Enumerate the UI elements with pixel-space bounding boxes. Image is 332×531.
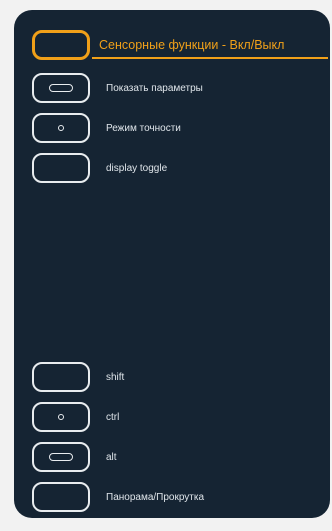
shift-row[interactable]: shift <box>32 362 124 392</box>
ctrl-label: ctrl <box>106 411 120 423</box>
show-parameters-label: Показать параметры <box>106 82 203 94</box>
pan-scroll-label: Панорама/Прокрутка <box>106 491 205 503</box>
ctrl-row[interactable]: ctrl <box>32 402 119 432</box>
shift-button[interactable] <box>32 362 90 392</box>
dot-icon <box>58 414 64 420</box>
alt-button[interactable] <box>32 442 90 472</box>
alt-row[interactable]: alt <box>32 442 117 472</box>
touch-functions-toggle-button[interactable] <box>32 30 90 60</box>
precision-mode-row[interactable]: Режим точности <box>32 113 181 143</box>
pan-scroll-button[interactable] <box>32 482 90 512</box>
touch-controls-panel: Сенсорные функции - Вкл/Выкл Показать па… <box>14 10 330 518</box>
shift-label: shift <box>106 371 125 383</box>
precision-mode-button[interactable] <box>32 113 90 143</box>
dot-icon <box>58 125 64 131</box>
pill-icon <box>49 453 73 461</box>
show-parameters-row[interactable]: Показать параметры <box>32 73 203 103</box>
display-toggle-button[interactable] <box>32 153 90 183</box>
pill-icon <box>49 84 73 92</box>
display-toggle-label: display toggle <box>106 162 168 174</box>
ctrl-button[interactable] <box>32 402 90 432</box>
alt-label: alt <box>106 451 117 463</box>
precision-mode-label: Режим точности <box>106 122 181 134</box>
active-underline <box>92 57 328 59</box>
touch-functions-label: Сенсорные функции - Вкл/Выкл <box>99 38 285 52</box>
show-parameters-button[interactable] <box>32 73 90 103</box>
touch-functions-row[interactable]: Сенсорные функции - Вкл/Выкл <box>32 30 284 60</box>
display-toggle-row[interactable]: display toggle <box>32 153 167 183</box>
pan-scroll-row[interactable]: Панорама/Прокрутка <box>32 482 204 512</box>
